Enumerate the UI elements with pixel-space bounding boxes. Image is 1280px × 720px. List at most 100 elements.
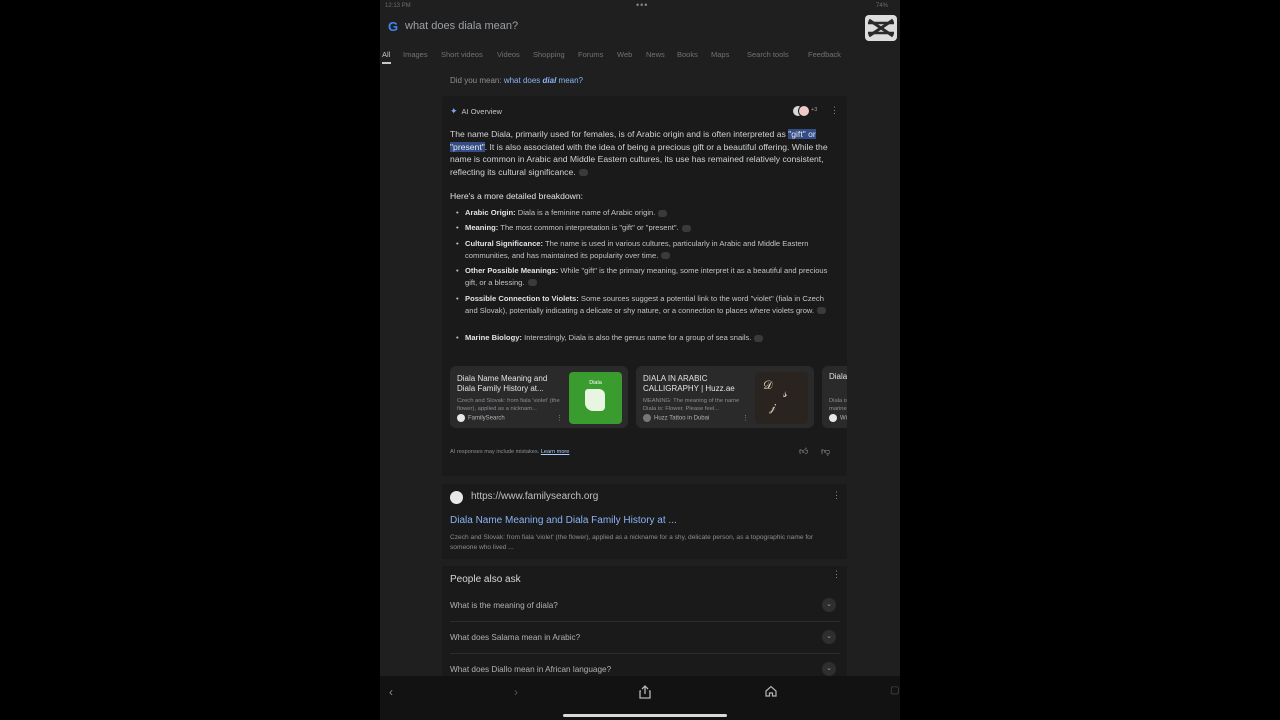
- status-bar: 12:13 PM ••• 74%: [380, 0, 900, 12]
- more-options-icon[interactable]: ⋮: [832, 490, 841, 501]
- ai-overview-card: ✦ AI Overview +3 ⋮ The name Diala, primar…: [442, 96, 847, 476]
- calligraphy-icon: 𝒟: [763, 378, 773, 392]
- link-icon[interactable]: [527, 279, 537, 287]
- browser-toolbar: ‹ › ▢: [380, 676, 900, 720]
- tab-all[interactable]: All: [382, 50, 390, 59]
- breakdown-heading: Here's a more detailed breakdown:: [450, 191, 584, 201]
- ai-overview-label: AI Overview: [461, 107, 502, 116]
- tab-news[interactable]: News: [646, 50, 665, 59]
- ai-disclaimer: AI responses may include mistakes. Learn…: [450, 449, 570, 455]
- source-card-thumbnail: 𝒟 𝓈 𝒿: [755, 372, 808, 424]
- search-bar[interactable]: G what does diala mean?: [380, 14, 900, 42]
- tab-maps[interactable]: Maps: [711, 50, 729, 59]
- search-result: https://www.familysearch.org ⋮ Diala Nam…: [442, 484, 847, 559]
- ai-overview-header: ✦ AI Overview: [450, 106, 502, 117]
- did-you-mean-prefix: Did you mean:: [450, 76, 502, 85]
- question-text: What does Salama mean in Arabic?: [450, 633, 581, 642]
- tab-web[interactable]: Web: [617, 50, 632, 59]
- did-you-mean: Did you mean: what does dial mean?: [450, 76, 583, 85]
- tab-images[interactable]: Images: [403, 50, 428, 59]
- home-icon[interactable]: [765, 685, 777, 697]
- list-item: Possible Connection to Violets: Some sou…: [450, 293, 835, 317]
- search-tabs: All Images Short videos Videos Shopping …: [380, 48, 900, 64]
- result-url[interactable]: https://www.familysearch.org: [471, 491, 598, 502]
- link-icon[interactable]: [658, 209, 668, 217]
- active-tab-indicator: [382, 62, 391, 64]
- share-icon[interactable]: [639, 685, 651, 699]
- more-options-icon[interactable]: ⋮: [830, 105, 839, 116]
- site-favicon-icon: [457, 414, 465, 422]
- tab-forums[interactable]: Forums: [578, 50, 603, 59]
- tab-books[interactable]: Books: [677, 50, 698, 59]
- learn-more-link[interactable]: Learn more: [541, 449, 570, 455]
- list-item: Other Possible Meanings: While "gift" is…: [450, 265, 835, 289]
- link-icon[interactable]: [661, 252, 671, 260]
- thumbs-down-icon[interactable]: 👎︎: [821, 446, 830, 457]
- question-text: What is the meaning of diala?: [450, 601, 558, 610]
- source-card-snippet: MEANING: The meaning of the name Diala i…: [643, 398, 740, 412]
- source-card[interactable]: DIALA IN ARABIC CALLIGRAPHY | Huzz.ae ME…: [636, 366, 814, 428]
- question-text: What does Diallo mean in African languag…: [450, 665, 612, 674]
- tab-short-videos[interactable]: Short videos: [441, 50, 483, 59]
- people-also-ask-heading: People also ask: [450, 574, 521, 585]
- ai-overview-summary: The name Diala, primarily used for femal…: [450, 129, 828, 177]
- home-indicator[interactable]: [563, 714, 727, 717]
- source-card-title: Diala: [829, 372, 847, 381]
- link-icon[interactable]: [817, 307, 827, 315]
- back-icon[interactable]: ‹: [389, 685, 393, 699]
- result-snippet: Czech and Slovak: from fiala 'violet' (t…: [450, 534, 814, 551]
- source-card-site: Wi: [829, 414, 847, 422]
- browser-window: 12:13 PM ••• 74% G what does diala mean?…: [380, 0, 900, 720]
- capcut-watermark-icon: [865, 15, 897, 41]
- calligraphy-icon: 𝓈: [783, 386, 788, 400]
- forward-icon[interactable]: ›: [514, 685, 518, 699]
- multitask-dots-icon[interactable]: •••: [636, 0, 648, 10]
- divider: [450, 621, 840, 622]
- more-options-icon[interactable]: ⋮: [556, 414, 563, 422]
- source-card-snippet: Czech and Slovak: from fiala 'violet' (t…: [457, 398, 560, 412]
- did-you-mean-link[interactable]: what does dial mean?: [504, 76, 583, 85]
- link-icon[interactable]: [754, 334, 764, 342]
- tabs-icon[interactable]: ▢: [890, 685, 899, 696]
- site-favicon-icon: [829, 414, 837, 422]
- status-time: 12:13 PM: [385, 3, 411, 9]
- battery-level: 74%: [875, 3, 888, 9]
- site-favicon-icon: [450, 491, 463, 504]
- source-card-site: Huzz Tattoo in Dubai: [643, 414, 709, 422]
- source-card-title: DIALA IN ARABIC CALLIGRAPHY | Huzz.ae: [643, 374, 735, 393]
- site-favicon-icon: [643, 414, 651, 422]
- source-card[interactable]: Diala Name Meaning and Diala Family Hist…: [450, 366, 628, 428]
- question-row[interactable]: What does Salama mean in Arabic? ⌄: [442, 625, 847, 657]
- chevron-down-icon[interactable]: ⌄: [822, 630, 836, 644]
- more-options-icon[interactable]: ⋮: [742, 414, 749, 422]
- tab-search-tools[interactable]: Search tools: [747, 50, 789, 59]
- question-row[interactable]: What is the meaning of diala? ⌄: [442, 593, 847, 625]
- tab-videos[interactable]: Videos: [497, 50, 520, 59]
- divider: [450, 653, 840, 654]
- source-card-site: FamilySearch: [457, 414, 505, 422]
- thumbnail-caption: Diala: [589, 380, 602, 386]
- thumbs-up-icon[interactable]: 👍︎: [799, 446, 808, 457]
- google-logo-icon: G: [388, 19, 399, 34]
- list-item: Cultural Significance: The name is used …: [450, 238, 835, 262]
- link-icon[interactable]: [578, 169, 588, 177]
- source-card-thumbnail: Diala: [569, 372, 622, 424]
- tab-feedback[interactable]: Feedback: [808, 50, 841, 59]
- source-card-title: Diala Name Meaning and Diala Family Hist…: [457, 374, 548, 393]
- source-card-snippet: Diala is marine...: [829, 398, 847, 412]
- list-item: Meaning: The most common interpretation …: [450, 222, 835, 234]
- people-also-ask: People also ask ⋮ What is the meaning of…: [442, 566, 847, 686]
- search-query[interactable]: what does diala mean?: [405, 20, 518, 32]
- source-avatars[interactable]: +3: [792, 105, 818, 117]
- link-icon[interactable]: [681, 224, 691, 232]
- map-shape-icon: [585, 389, 605, 411]
- tab-shopping[interactable]: Shopping: [533, 50, 565, 59]
- chevron-down-icon[interactable]: ⌄: [822, 662, 836, 676]
- source-avatar-icon: [798, 105, 810, 117]
- result-title-link[interactable]: Diala Name Meaning and Diala Family Hist…: [450, 515, 677, 526]
- source-card[interactable]: Diala Diala is marine... Wi: [822, 366, 847, 428]
- chevron-down-icon[interactable]: ⌄: [822, 598, 836, 612]
- more-sources-count: +3: [811, 107, 818, 113]
- sparkle-icon: ✦: [450, 106, 458, 116]
- more-options-icon[interactable]: ⋮: [832, 569, 841, 580]
